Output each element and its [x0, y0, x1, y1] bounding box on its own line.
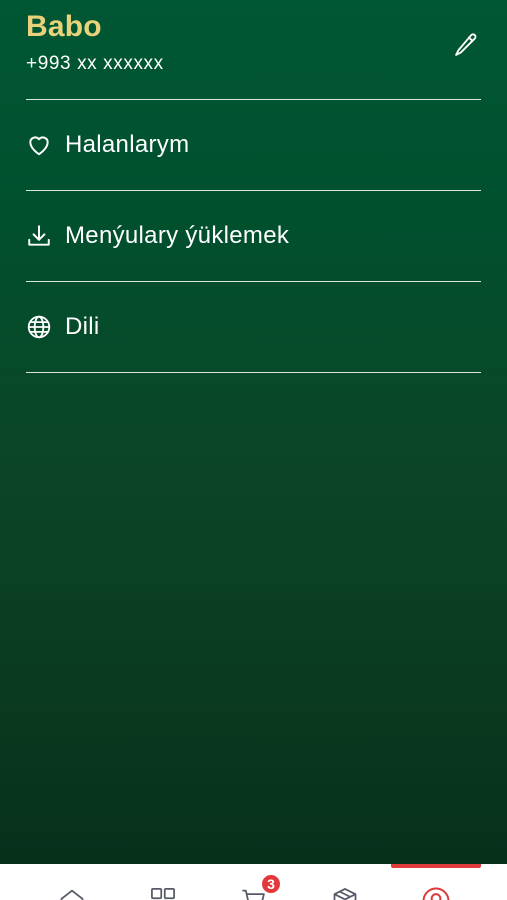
edit-profile-button[interactable]: [451, 30, 481, 60]
bottom-tab-bar: 3: [0, 864, 507, 900]
tab-catalog[interactable]: [118, 864, 208, 900]
menu-item-favorites[interactable]: Halanlarym: [26, 100, 481, 191]
menu-item-label: Menýulary ýüklemek: [65, 222, 290, 249]
download-icon: [26, 223, 52, 249]
user-phone: +993 xx xxxxxx: [26, 53, 164, 74]
user-name: Babo: [26, 10, 102, 43]
profile-header: Babo +993 xx xxxxxx: [26, 0, 481, 100]
home-icon: [60, 889, 84, 900]
heart-icon: [26, 132, 52, 158]
profile-screen: Babo +993 xx xxxxxx Halanlarym Menýulary…: [0, 0, 507, 864]
box-icon: [333, 888, 357, 900]
tab-profile[interactable]: [391, 864, 481, 900]
grid-icon: [151, 888, 175, 900]
menu-item-language[interactable]: Dili: [26, 282, 481, 373]
menu-item-label: Halanlarym: [65, 131, 190, 158]
menu-item-label: Dili: [65, 313, 100, 340]
globe-icon: [26, 314, 52, 340]
cart-badge: 3: [260, 873, 282, 895]
tab-home[interactable]: [27, 864, 117, 900]
profile-icon: [422, 887, 450, 900]
menu-item-download-menus[interactable]: Menýulary ýüklemek: [26, 191, 481, 282]
tab-cart[interactable]: 3: [209, 864, 299, 900]
pencil-icon: [455, 33, 477, 56]
tab-orders[interactable]: [300, 864, 390, 900]
